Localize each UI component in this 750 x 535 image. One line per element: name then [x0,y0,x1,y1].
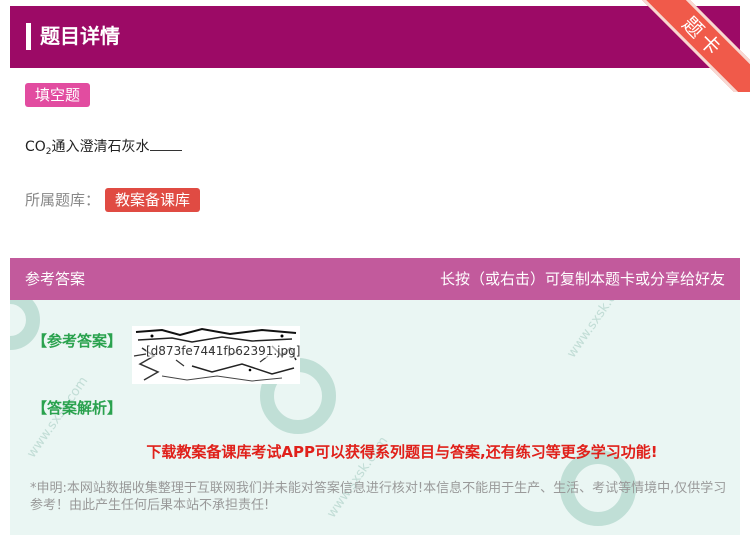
answer-header-hint: 长按（或右击）可复制本题卡或分享给好友 [439,270,725,288]
bank-tag[interactable]: 教案备课库 [105,188,201,212]
answer-blank [149,139,182,151]
answer-body: www.sxsk.com www.sxsk.com www.sxsk.com 【… [10,300,740,535]
answer-header-title: 参考答案 [25,270,86,288]
page-title: 题目详情 [40,24,120,48]
corner-ribbon: 题卡 [640,0,750,92]
question-text-suffix: 通入澄清石灰水 [51,139,150,155]
answer-header: 参考答案 长按（或右击）可复制本题卡或分享给好友 [10,258,740,300]
question-type-tag: 填空题 [25,83,91,107]
bank-label: 所属题库： [25,191,101,209]
explanation-label: 【答案解析】 [32,399,123,417]
answer-label: 【参考答案】 [32,332,123,350]
promo-text[interactable]: 下载教案备课库考试APP可以获得系列题目与答案,还有练习等更多学习功能! [10,442,740,462]
question-text: CO2通入澄清石灰水 [25,137,182,162]
header-accent-bar [26,23,31,50]
question-text-prefix: CO [25,139,46,155]
answer-image-filename: [d873fe7441fb62391.jpg] [146,344,300,358]
disclaimer-text: *申明:本网站数据收集整理于互联网我们并未能对答案信息进行核对!本信息不能用于生… [30,481,727,513]
watermark-small-text: www.sxsk.com [564,300,632,361]
answer-image: [d873fe7441fb62391.jpg] [132,326,300,384]
ribbon-label: 题卡 [640,0,750,92]
page-header: 题目详情 [10,6,740,68]
